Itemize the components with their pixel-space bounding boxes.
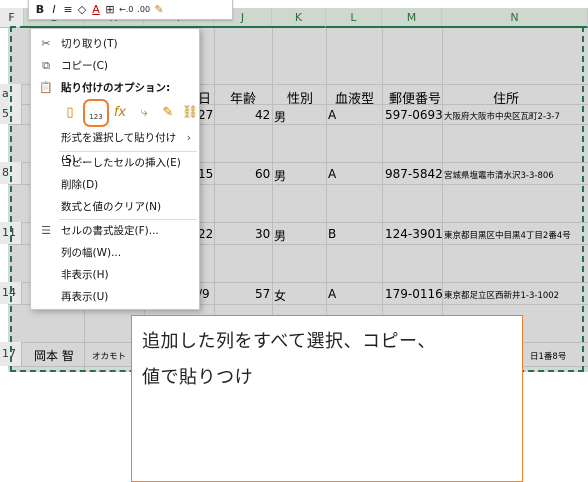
- row-header[interactable]: 14: [0, 282, 22, 304]
- menu-item-clear[interactable]: 数式と値のクリア(N): [31, 196, 199, 218]
- cell-age[interactable]: 60: [255, 167, 270, 181]
- row-header[interactable]: 17: [0, 342, 22, 366]
- align-button[interactable]: ≡: [63, 3, 73, 16]
- cell-address[interactable]: 日1番8号: [530, 350, 566, 362]
- menu-item-paste-special[interactable]: 形式を選択して貼り付け(S)... ›: [31, 127, 199, 166]
- callout-line-2: 値で貼りつけ: [142, 367, 254, 388]
- decrease-decimal-icon[interactable]: .00: [137, 5, 150, 14]
- cell-age[interactable]: 30: [255, 227, 270, 241]
- paste-options-heading: 📋 貼り付けのオプション:: [31, 77, 199, 99]
- clipboard-icon: 📋: [39, 81, 53, 94]
- bold-button[interactable]: B: [35, 3, 45, 16]
- callout-line-1: 追加した列をすべて選択、コピー、: [142, 331, 436, 352]
- scissors-icon: ✂: [41, 37, 51, 50]
- paste-formatting-icon[interactable]: ✎: [159, 103, 177, 123]
- fill-color-icon[interactable]: ◇: [77, 3, 87, 16]
- borders-icon[interactable]: ⊞: [105, 3, 115, 16]
- cell-address[interactable]: 大阪府大阪市中央区瓦町2-3-7: [444, 110, 560, 122]
- cell-gender[interactable]: 男: [274, 167, 286, 184]
- menu-item-hide[interactable]: 非表示(H): [31, 264, 199, 286]
- cell-blood[interactable]: A: [328, 108, 336, 122]
- cell-postal[interactable]: 124-3901: [385, 227, 443, 241]
- cell-postal[interactable]: 597-0693: [385, 108, 443, 122]
- cell-date[interactable]: 22: [198, 227, 213, 241]
- cell-age[interactable]: 57: [255, 287, 270, 301]
- copy-icon: ⧉: [42, 59, 50, 72]
- cell-gender[interactable]: 女: [274, 287, 286, 304]
- cell-name[interactable]: 岡本 智: [34, 347, 74, 364]
- font-color-icon[interactable]: A: [91, 3, 101, 16]
- header-address: 住所: [493, 92, 520, 107]
- column-header-f[interactable]: F: [0, 8, 24, 28]
- row-header[interactable]: 8: [0, 162, 22, 184]
- cell-kana[interactable]: オカモト: [92, 350, 126, 362]
- paste-transpose-icon[interactable]: ⤷: [135, 103, 153, 123]
- menu-item-unhide[interactable]: 再表示(U): [31, 286, 199, 308]
- cell-date[interactable]: 15: [198, 167, 213, 181]
- row-header[interactable]: a: [0, 84, 22, 104]
- column-header-n[interactable]: N: [442, 8, 588, 28]
- cell-blood[interactable]: B: [328, 227, 336, 241]
- mini-toolbar: B I ≡ ◇ A ⊞ ←.0 .00 ✎: [28, 0, 233, 20]
- cell-postal[interactable]: 987-5842: [385, 167, 443, 181]
- cell-blood[interactable]: A: [328, 287, 336, 301]
- column-header-k[interactable]: K: [272, 8, 326, 28]
- context-menu: ✂ 切り取り(T) ⧉ コピー(C) 📋 貼り付けのオプション: ▯ 123 f…: [30, 28, 200, 310]
- row-header[interactable]: 5: [0, 104, 22, 124]
- increase-decimal-icon[interactable]: ←.0: [119, 5, 133, 14]
- format-cells-icon: ☰: [41, 224, 51, 237]
- paste-icon[interactable]: ▯: [61, 103, 79, 123]
- cell-address[interactable]: 東京都目黒区中目黒4丁目2番4号: [444, 229, 571, 241]
- cell-gender[interactable]: 男: [274, 227, 286, 244]
- cell-blood[interactable]: A: [328, 167, 336, 181]
- paste-options-row: ▯ 123 fx ⤷ ✎ ⛓: [55, 99, 201, 127]
- row-header[interactable]: 11: [0, 222, 22, 244]
- italic-button[interactable]: I: [49, 3, 59, 16]
- menu-item-format-cells[interactable]: ☰ セルの書式設定(F)...: [31, 220, 199, 242]
- paste-link-icon[interactable]: ⛓: [181, 103, 199, 123]
- header-age: 年齢: [230, 92, 257, 107]
- format-painter-icon[interactable]: ✎: [154, 3, 164, 16]
- header-blood: 血液型: [335, 92, 375, 107]
- paste-formulas-icon[interactable]: fx: [111, 103, 129, 123]
- cell-postal[interactable]: 179-0116: [385, 287, 443, 301]
- header-postal: 郵便番号: [389, 92, 442, 107]
- menu-item-insert-copied[interactable]: コピーしたセルの挿入(E): [31, 152, 199, 174]
- cell-address[interactable]: 宮城県塩竈市清水沢3-3-806: [444, 169, 554, 181]
- column-header-l[interactable]: L: [326, 8, 382, 28]
- instruction-callout: 追加した列をすべて選択、コピー、 値で貼りつけ: [131, 315, 523, 482]
- menu-item-delete[interactable]: 削除(D): [31, 174, 199, 196]
- cell-age[interactable]: 42: [255, 108, 270, 122]
- menu-item-copy[interactable]: ⧉ コピー(C): [31, 55, 199, 77]
- cell-gender[interactable]: 男: [274, 108, 286, 125]
- header-gender: 性別: [287, 92, 314, 107]
- menu-item-cut[interactable]: ✂ 切り取り(T): [31, 33, 199, 55]
- cell-address[interactable]: 東京都足立区西新井1-3-1002: [444, 289, 559, 301]
- menu-item-column-width[interactable]: 列の幅(W)...: [31, 242, 199, 264]
- chevron-right-icon: ›: [186, 132, 191, 144]
- column-header-m[interactable]: M: [382, 8, 442, 28]
- paste-values-icon[interactable]: 123: [83, 99, 109, 127]
